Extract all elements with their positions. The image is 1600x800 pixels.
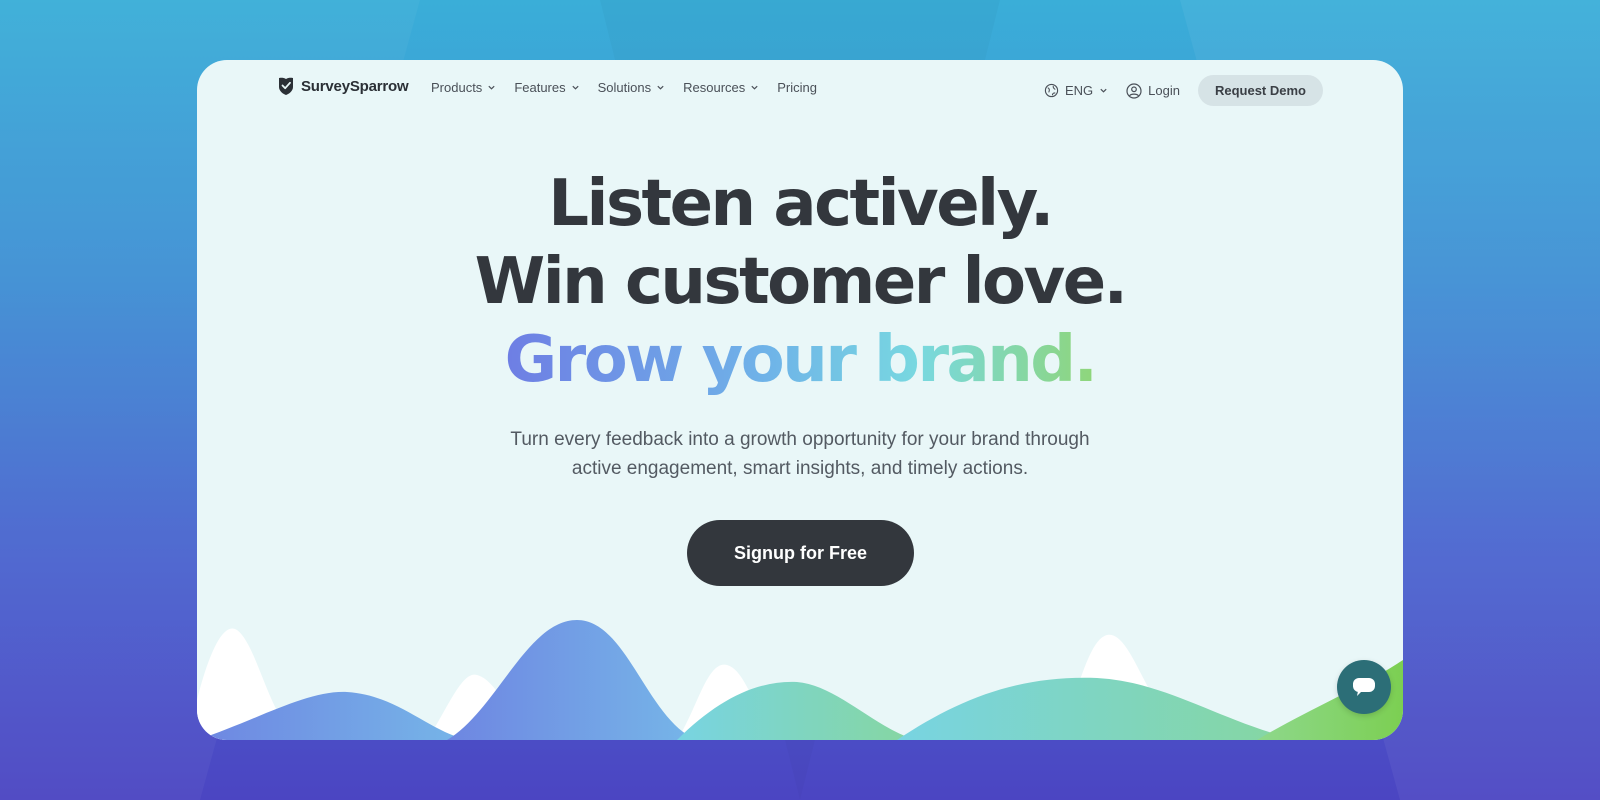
nav-item-label: Resources [683, 80, 746, 95]
nav-item-label: Products [431, 80, 483, 95]
chevron-down-icon [751, 85, 758, 90]
headline-line-2: Win customer love. [474, 245, 1128, 319]
nav-actions: ENG Login Request Demo [1044, 75, 1323, 106]
chat-widget-button[interactable] [1337, 660, 1391, 714]
headline-line-3: Grow your brand. [197, 321, 1403, 399]
hero-subtitle-line-2: active engagement, smart insights, and t… [571, 458, 1029, 479]
main-menu: Products Features Solutions Resources Pr… [431, 80, 817, 95]
nav-item-products[interactable]: Products [431, 80, 496, 95]
top-nav: SurveySparrow Products Features Solution… [197, 60, 1403, 120]
chevron-down-icon [657, 85, 664, 90]
nav-item-label: Pricing [777, 80, 817, 95]
chevron-down-icon [572, 85, 579, 90]
nav-item-solutions[interactable]: Solutions [598, 80, 665, 95]
user-circle-icon [1126, 82, 1142, 99]
decorative-waves [197, 620, 1403, 740]
nav-item-label: Solutions [597, 80, 652, 95]
login-link[interactable]: Login [1126, 82, 1180, 99]
signup-button[interactable]: Signup for Free [687, 520, 914, 586]
hero-subtitle: Turn every feedback into a growth opport… [197, 425, 1403, 483]
language-selector[interactable]: ENG [1044, 83, 1108, 98]
hero-subtitle-line-1: Turn every feedback into a growth opport… [510, 429, 1090, 450]
chevron-down-icon [488, 85, 495, 90]
chevron-down-icon [1100, 88, 1107, 93]
chat-bubble-icon [1353, 678, 1375, 696]
headline-line-1: Listen actively. [548, 167, 1054, 241]
nav-item-label: Features [514, 80, 566, 95]
nav-item-resources[interactable]: Resources [683, 80, 759, 95]
hero-section: Listen actively. Win customer love. Grow… [197, 165, 1403, 483]
request-demo-button[interactable]: Request Demo [1197, 75, 1323, 106]
sparrow-logo-icon [279, 77, 293, 95]
login-label: Login [1148, 83, 1180, 98]
globe-icon [1044, 83, 1059, 98]
brand-logo[interactable]: SurveySparrow [277, 76, 409, 96]
headline-gradient-text: Grow your brand. [504, 323, 1098, 397]
nav-item-features[interactable]: Features [514, 80, 579, 95]
nav-item-pricing[interactable]: Pricing [777, 80, 817, 95]
brand-name: SurveySparrow [301, 77, 409, 95]
language-label: ENG [1064, 83, 1094, 98]
browser-frame: SurveySparrow Products Features Solution… [197, 60, 1403, 740]
